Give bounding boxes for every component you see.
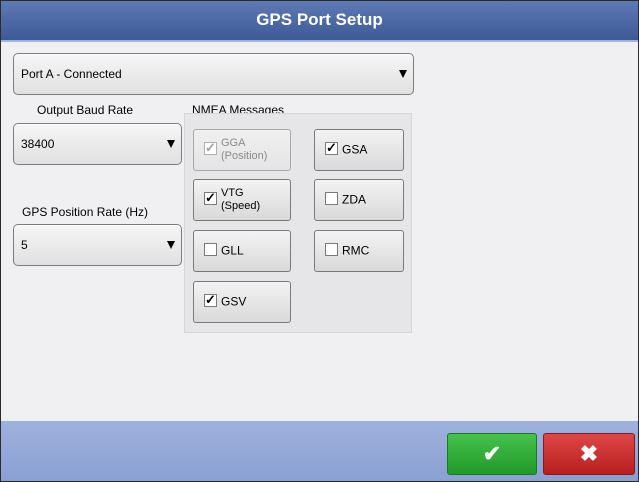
- checkmark-icon: ✔: [482, 441, 502, 466]
- dropdown-arrow-icon: [167, 241, 175, 249]
- nmea-gll-checkbox[interactable]: GLL: [193, 230, 291, 272]
- gps-port-setup-window: GPS Port Setup Port A - Connected Output…: [0, 0, 639, 482]
- cancel-button[interactable]: ✖: [543, 433, 635, 475]
- checkmark-icon: ✓: [326, 140, 337, 155]
- checkbox-icon: ✓: [204, 140, 217, 155]
- window-title: GPS Port Setup: [256, 10, 383, 29]
- nmea-vtg-checkbox[interactable]: ✓ VTG (Speed): [193, 179, 291, 221]
- checkbox-icon: ✓: [204, 190, 217, 205]
- nmea-rmc-label: RMC: [342, 243, 370, 258]
- nmea-gsv-checkbox[interactable]: ✓ GSV: [193, 281, 291, 323]
- checkbox-icon: [204, 243, 217, 256]
- port-select-dropdown[interactable]: Port A - Connected: [13, 53, 414, 95]
- nmea-zda-checkbox[interactable]: ZDA: [314, 179, 404, 221]
- title-bar: GPS Port Setup: [1, 1, 638, 42]
- nmea-gga-label: GGA (Position): [221, 137, 268, 162]
- dropdown-arrow-icon: [399, 70, 407, 78]
- checkbox-icon: ✓: [204, 292, 217, 307]
- close-icon: ✖: [579, 441, 599, 466]
- baud-rate-dropdown[interactable]: 38400: [13, 123, 182, 165]
- dropdown-arrow-icon: [167, 140, 175, 148]
- nmea-gsv-label: GSV: [221, 294, 247, 309]
- checkmark-icon: ✓: [205, 292, 216, 307]
- port-select-value: Port A - Connected: [21, 67, 122, 81]
- nmea-vtg-label: VTG (Speed): [221, 187, 261, 212]
- checkbox-icon: [325, 243, 338, 256]
- nmea-gsa-checkbox[interactable]: ✓ GSA: [314, 129, 404, 171]
- checkbox-icon: [325, 192, 338, 205]
- checkmark-icon: ✓: [205, 140, 216, 155]
- baud-rate-value: 38400: [21, 137, 55, 151]
- nmea-rmc-checkbox[interactable]: RMC: [314, 230, 404, 272]
- checkmark-icon: ✓: [205, 190, 216, 205]
- accept-button[interactable]: ✔: [447, 433, 537, 475]
- position-rate-value: 5: [21, 238, 28, 252]
- nmea-zda-label: ZDA: [342, 192, 366, 207]
- checkbox-icon: ✓: [325, 140, 338, 155]
- nmea-gga-checkbox[interactable]: ✓ GGA (Position): [193, 129, 291, 171]
- output-baud-rate-label: Output Baud Rate: [37, 103, 134, 117]
- nmea-gll-label: GLL: [221, 243, 244, 258]
- nmea-gsa-label: GSA: [342, 142, 368, 157]
- position-rate-dropdown[interactable]: 5: [13, 224, 182, 266]
- gps-position-rate-label: GPS Position Rate (Hz): [22, 205, 149, 219]
